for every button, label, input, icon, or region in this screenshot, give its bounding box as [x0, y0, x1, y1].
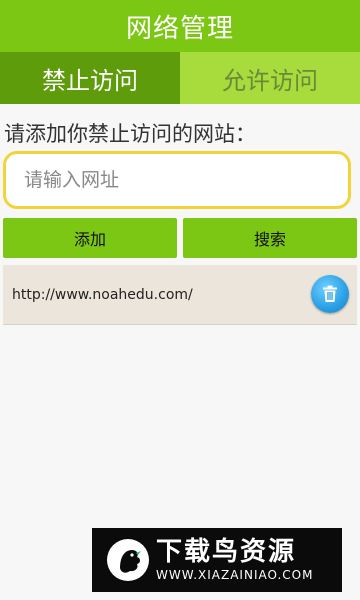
- trash-icon: [323, 285, 337, 302]
- watermark-title: 下载鸟资源: [156, 537, 297, 567]
- url-input-container: [3, 151, 351, 209]
- tab-blocked-access[interactable]: 禁止访问: [0, 52, 180, 104]
- watermark-url: WWW.XIAZAINIAO.COM: [156, 568, 314, 582]
- add-button[interactable]: 添加: [3, 218, 177, 258]
- action-buttons: 添加 搜索: [3, 218, 357, 258]
- page-title: 网络管理: [125, 13, 234, 44]
- tab-allowed-access[interactable]: 允许访问: [180, 52, 360, 104]
- bird-logo-icon: [107, 539, 149, 581]
- url-input[interactable]: [22, 168, 326, 192]
- watermark: 下载鸟资源 WWW.XIAZAINIAO.COM: [92, 528, 342, 592]
- blocked-site-list: http://www.noahedu.com/: [3, 265, 357, 325]
- list-item: http://www.noahedu.com/: [3, 265, 357, 325]
- tab-bar: 禁止访问 允许访问: [0, 52, 360, 104]
- title-bar: 网络管理: [0, 0, 360, 52]
- search-button[interactable]: 搜索: [183, 218, 357, 258]
- delete-site-button[interactable]: [311, 275, 349, 313]
- add-site-prompt: 请添加你禁止访问的网站：: [4, 122, 256, 146]
- blocked-site-url: http://www.noahedu.com/: [12, 286, 193, 303]
